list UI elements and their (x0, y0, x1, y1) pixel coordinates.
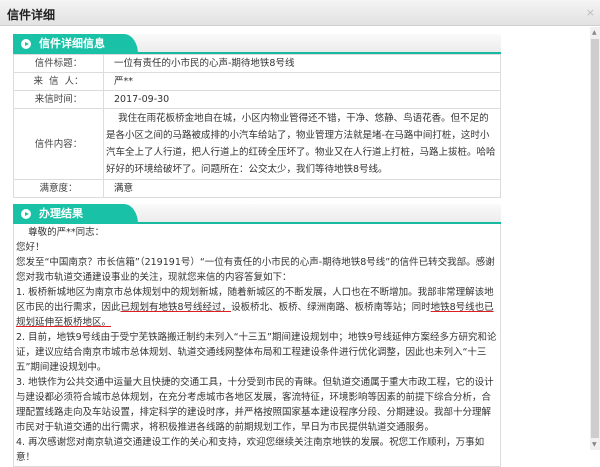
row-label: 信件内容： (13, 108, 104, 180)
scrollbar-thumb[interactable] (591, 39, 599, 438)
row-label: 满意度： (13, 179, 104, 198)
section-title: 办理结果 (39, 207, 83, 220)
dialog-content: 信件详细信息 信件标题： 一位有责任的小市民的心声-期待地铁8号线 来 信 人：严… (0, 26, 590, 467)
row-label: 来 信 人： (13, 72, 104, 91)
letter-content: 我住在雨花板桥金地自在城，小区内物业管得还不错，干净、悠静、鸟语花香。但不足的是… (103, 108, 501, 180)
satisfaction: 满意 (103, 179, 501, 198)
section-header: 办理结果 (13, 204, 501, 224)
row-label: 信件标题： (13, 54, 104, 73)
letter-title: 一位有责任的小市民的心声-期待地铁8号线 (103, 54, 501, 73)
intro-paragraph: 您发至“中国南京？市长信箱”（219191号）“一位有责任的小市民的心声-期待地… (16, 257, 495, 283)
hello: 您好！ (16, 242, 45, 253)
paragraph-1: 1. 板桥新城地区为南京市总体规划中的规划新城，随着新城区的不断发展，人口也在不… (16, 285, 498, 330)
scroll-down-icon[interactable]: ▼ (592, 441, 597, 448)
result-section: 办理结果 尊敬的严**同志： 您好！ 您发至“中国南京？市长信箱”（219191… (13, 204, 501, 467)
table-row: 信件标题： 一位有责任的小市民的心声-期待地铁8号线 (13, 54, 501, 73)
section-header: 信件详细信息 (13, 34, 501, 54)
paragraph-3: 3. 地铁作为公共交通中运量大且快捷的交通工具，十分受到市民的青睐。但轨道交通属… (16, 377, 494, 433)
vertical-scrollbar[interactable]: ▲ ▼ (590, 27, 600, 450)
sender: 严** (103, 72, 501, 91)
row-label: 来信时间： (13, 90, 104, 109)
result-body: 尊敬的严**同志： 您好！ 您发至“中国南京？市长信箱”（219191号）“一位… (13, 224, 501, 467)
paragraph-4: 4. 再次感谢您对南京轨道交通建设工作的关心和支持，欢迎您继续关注南京地铁的发展… (16, 437, 485, 463)
paragraph-2: 2. 目前，地铁9号线由于受宁芜铁路搬迁制约未列入“十三五”期间建设规划中；地铁… (16, 332, 497, 373)
play-circle-icon (21, 39, 31, 49)
table-row: 来信时间： 2017-09-30 (13, 90, 501, 109)
scroll-up-icon[interactable]: ▲ (592, 29, 597, 36)
table-row: 满意度： 满意 (13, 179, 501, 198)
section-tab: 信件详细信息 (13, 34, 138, 54)
play-circle-icon (21, 209, 31, 219)
p1-text: 设板桥北、板桥、绿洲南路、板桥南等站；同时 (231, 302, 431, 313)
detail-table: 信件标题： 一位有责任的小市民的心声-期待地铁8号线 来 信 人： 严** 来信时间… (13, 54, 501, 198)
letter-detail-section: 信件详细信息 信件标题： 一位有责任的小市民的心声-期待地铁8号线 来 信 人：严… (13, 34, 501, 198)
table-row: 信件内容： 我住在雨花板桥金地自在城，小区内物业管得还不错，干净、悠静、鸟语花香… (13, 108, 501, 180)
underlined-text: 已规划有地铁8号线经过， (120, 302, 232, 313)
section-tab: 办理结果 (13, 204, 138, 224)
section-title: 信件详细信息 (39, 37, 105, 50)
window-title: 信件详细 (7, 8, 56, 22)
close-icon[interactable]: × (586, 6, 595, 19)
greeting: 尊敬的严**同志： (16, 227, 105, 238)
table-row: 来 信 人： 严** (13, 72, 501, 91)
letter-date: 2017-09-30 (103, 90, 501, 109)
window-titlebar: 信件详细 × (0, 0, 600, 26)
